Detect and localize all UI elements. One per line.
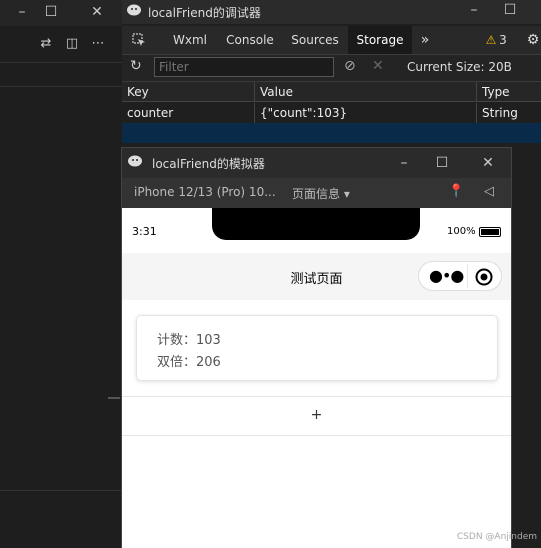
battery-icon [479,227,501,237]
minimize-icon[interactable]: – [392,151,416,175]
editor-titlebar: – ☐ ✕ [0,0,122,26]
close-icon[interactable]: ✕ [85,0,109,24]
devtools-title: localFriend的调试器 [148,6,261,20]
phone-notch [212,208,420,240]
table-cell-type[interactable]: String [477,103,541,123]
minimize-icon[interactable]: – [10,0,34,24]
split-editor-icon[interactable]: ◫ [60,32,84,56]
column-header-key[interactable]: Key [122,82,255,102]
divider [467,264,468,288]
double-text: 双倍：206 [157,355,221,370]
editor-toolbar: ⇄ ◫ ⋯ [0,26,122,63]
refresh-icon[interactable]: ↻ [130,58,142,74]
watermark: CSDN @Anjindem [456,532,537,542]
table-row-new[interactable] [122,123,541,143]
plus-button[interactable]: + [122,396,511,436]
status-battery-text: 100% [447,226,476,237]
battery-level [481,229,499,235]
delete-selected-icon[interactable]: ✕ [372,58,384,74]
maximize-icon[interactable]: ☐ [498,0,522,22]
page-info-dropdown[interactable]: 页面信息 ▾ [292,185,350,202]
devtools-titlebar: localFriend的调试器 – ☐ [122,0,541,24]
count-text: 计数：103 [157,333,221,348]
storage-filterbar: ↻ ⊘ ✕ Current Size: 20B [122,55,541,82]
more-actions-icon[interactable]: ⋯ [86,32,110,56]
capsule-menu: ●•● [418,261,502,291]
tab-wxml[interactable]: Wxml [166,26,214,54]
inspect-element-icon[interactable] [126,26,152,54]
divider [0,490,122,491]
filter-input[interactable] [154,57,334,77]
warning-count: 3 [499,33,507,47]
status-time: 3:31 [132,225,157,238]
source-control-icon[interactable]: ⇄ [34,32,58,56]
close-icon[interactable]: ✕ [476,151,500,175]
simulator-title: localFriend的模拟器 [152,157,265,171]
column-header-value[interactable]: Value [255,82,477,102]
editor-panel: – ☐ ✕ ⇄ ◫ ⋯ [0,0,122,548]
more-menu-icon[interactable]: ●•● [429,266,464,285]
simulator-window: localFriend的模拟器 – ☐ ✕ iPhone 12/13 (Pro)… [121,147,512,548]
device-selector[interactable]: iPhone 12/13 (Pro) 10... [134,185,276,199]
phone-screen: 3:31 100% 测试页面 ●•● 计数：103 双倍：206 + [122,208,511,548]
splitter-handle[interactable] [108,397,120,399]
settings-gear-icon[interactable]: ⚙ [524,26,541,54]
divider [0,86,122,87]
close-miniprogram-icon[interactable] [475,268,493,286]
mini-program-navbar: 测试页面 ●•● [122,253,511,300]
simulator-toolbar: iPhone 12/13 (Pro) 10... 页面信息 ▾ 📍 ◁ [122,178,511,208]
current-size-label: Current Size: 20B [407,60,512,74]
maximize-icon[interactable]: ☐ [430,151,454,175]
wechat-logo-icon [128,155,142,167]
pin-icon[interactable]: 📍 [448,184,464,199]
tab-sources[interactable]: Sources [286,26,344,54]
devtools-tabbar: Wxml Console Sources Storage » ⚠ 3 ⚙ [122,26,541,55]
page-content: 计数：103 双倍：206 + [122,300,511,548]
tab-console[interactable]: Console [222,26,278,54]
more-tabs-icon[interactable]: » [416,26,434,54]
simulator-titlebar: localFriend的模拟器 – ☐ ✕ [122,148,511,178]
speaker-icon[interactable]: ◁ [484,184,494,199]
column-header-type[interactable]: Type [477,82,541,102]
plus-label: + [310,407,323,423]
wechat-logo-icon [127,4,141,16]
minimize-icon[interactable]: – [462,0,486,22]
tab-storage[interactable]: Storage [348,26,412,54]
table-cell-key[interactable]: counter [122,103,255,123]
counter-card: 计数：103 双倍：206 [136,315,498,381]
maximize-icon[interactable]: ☐ [39,0,63,24]
table-cell-value[interactable]: {"count":103} [255,103,477,123]
clear-all-icon[interactable]: ⊘ [344,58,356,74]
